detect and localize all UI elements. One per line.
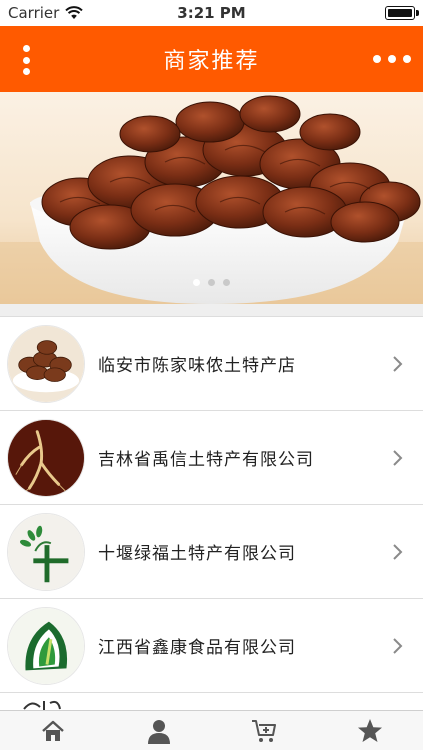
carousel-pager[interactable] xyxy=(0,279,423,286)
store-name: 江西省鑫康食品有限公司 xyxy=(98,638,296,658)
cart-add-icon xyxy=(252,719,277,742)
pager-dot[interactable] xyxy=(208,279,215,286)
ginseng-root-thumbnail xyxy=(7,419,85,497)
list-item[interactable]: 吉林省禹信土特产有限公司 xyxy=(0,410,423,504)
carrier-label: Carrier xyxy=(8,4,60,22)
star-icon xyxy=(358,718,383,742)
partial-logo xyxy=(23,700,61,710)
tab-bar xyxy=(0,710,423,750)
chevron-right-icon xyxy=(393,638,403,654)
page-title: 商家推荐 xyxy=(163,49,260,74)
list-item-partial[interactable] xyxy=(0,692,423,710)
status-bar: Carrier 3:21 PM xyxy=(0,0,423,26)
pecans-thumbnail xyxy=(7,325,85,403)
store-name: 吉林省禹信土特产有限公司 xyxy=(98,450,314,470)
tab-favorites[interactable] xyxy=(317,711,423,750)
store-name: 十堰绿福土特产有限公司 xyxy=(98,544,296,564)
user-icon xyxy=(147,719,170,744)
green-leaf-logo xyxy=(7,607,85,685)
list-item[interactable]: 十堰绿福土特产有限公司 xyxy=(0,504,423,598)
vertical-dots-icon[interactable] xyxy=(14,42,38,78)
chevron-right-icon xyxy=(393,356,403,372)
more-horizontal-icon[interactable] xyxy=(373,48,411,70)
store-list: 临安市陈家味侬土特产店 吉林省禹信土特产有限公司 十堰绿福土特产有限公司 江西省… xyxy=(0,316,423,710)
home-icon xyxy=(42,720,64,741)
store-name: 临安市陈家味侬土特产店 xyxy=(98,356,296,376)
wifi-icon xyxy=(65,6,84,19)
green-leaf-cross-logo xyxy=(7,513,85,591)
status-left: Carrier xyxy=(8,4,84,22)
battery-icon xyxy=(385,6,419,20)
pager-dot[interactable] xyxy=(223,279,230,286)
banner-carousel[interactable] xyxy=(0,92,423,304)
chevron-right-icon xyxy=(393,544,403,560)
nav-bar: 商家推荐 xyxy=(0,26,423,92)
tab-cart[interactable] xyxy=(212,711,318,750)
pager-dot-active[interactable] xyxy=(193,279,200,286)
chevron-right-icon xyxy=(393,450,403,466)
tab-user[interactable] xyxy=(106,711,212,750)
list-item[interactable]: 临安市陈家味侬土特产店 xyxy=(0,316,423,410)
list-item[interactable]: 江西省鑫康食品有限公司 xyxy=(0,598,423,692)
tab-home[interactable] xyxy=(0,711,106,750)
banner-image xyxy=(0,95,423,304)
